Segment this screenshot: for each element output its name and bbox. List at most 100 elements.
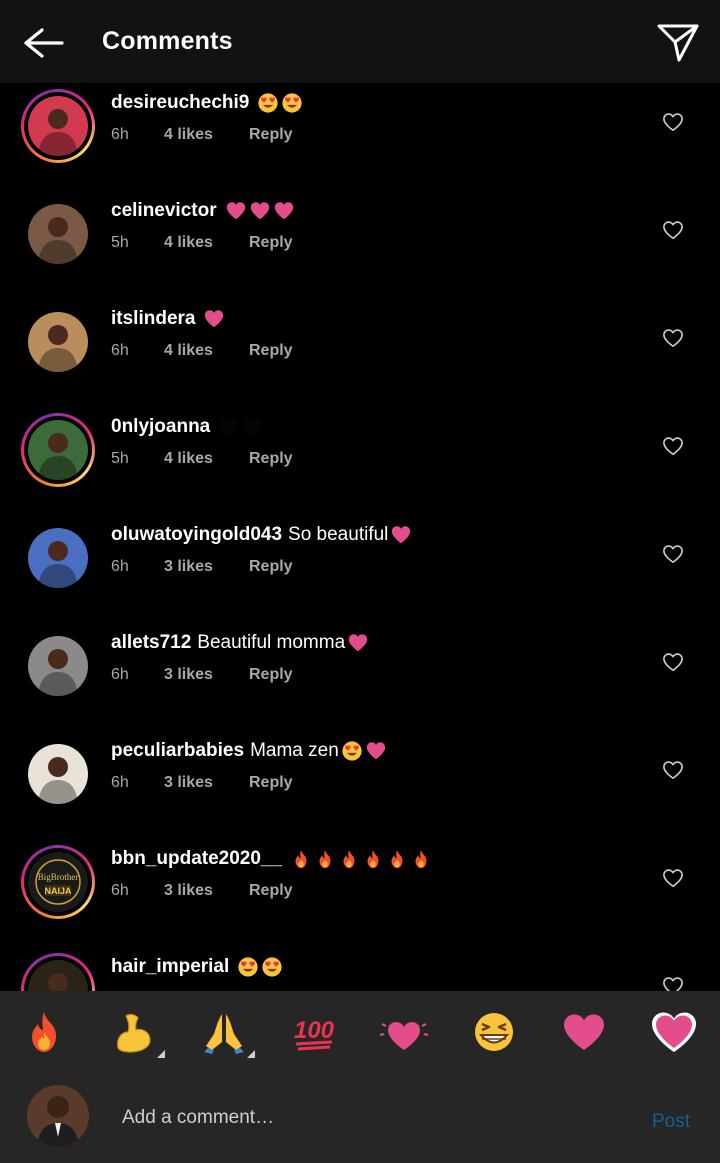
comment-row: 0nlyjoanna 5h 4 likes Reply <box>0 410 720 518</box>
comment-likes[interactable]: 4 likes <box>164 450 249 468</box>
like-heart-icon[interactable] <box>662 544 684 564</box>
flexed-biceps-emoji-icon[interactable] <box>109 1008 165 1058</box>
pink-heart-icon <box>392 526 411 544</box>
commenter-avatar[interactable] <box>21 521 95 595</box>
comment-body: allets712 Beautiful momma <box>111 632 369 654</box>
comment-row: allets712 Beautiful momma 6h 3 likes Reply <box>0 626 720 734</box>
like-heart-icon[interactable] <box>662 652 684 672</box>
comment-row: itslindera 6h 4 likes Reply <box>0 302 720 410</box>
like-heart-icon[interactable] <box>662 328 684 348</box>
post-button[interactable]: Post <box>652 1111 690 1133</box>
fire-emoji-icon[interactable] <box>19 1008 69 1056</box>
comment-time: 5h <box>111 234 129 251</box>
comment-meta: 6h 3 likes Reply <box>111 558 293 576</box>
comment-time: 6h <box>111 558 129 575</box>
fire-icon <box>343 849 355 869</box>
like-heart-icon[interactable] <box>662 436 684 456</box>
reply-button[interactable]: Reply <box>249 126 293 144</box>
fire-icon <box>367 849 379 869</box>
growing-heart-emoji-icon[interactable] <box>649 1008 699 1056</box>
comment-input[interactable] <box>122 1107 602 1129</box>
top-bar: Comments <box>0 0 720 83</box>
comment-likes[interactable]: 3 likes <box>164 666 249 684</box>
comment-likes[interactable]: 3 likes <box>164 774 249 792</box>
comment-username[interactable]: peculiarbabies <box>111 740 244 762</box>
comment-body: 0nlyjoanna <box>111 416 264 438</box>
fire-icon <box>295 849 307 869</box>
reply-button[interactable]: Reply <box>249 450 293 468</box>
reply-button[interactable]: Reply <box>249 882 293 900</box>
reply-button[interactable]: Reply <box>249 558 293 576</box>
hundred-points-emoji-icon[interactable]: 100 <box>289 1008 339 1056</box>
folded-hands-emoji-icon[interactable] <box>199 1008 255 1058</box>
pink-heart-icon <box>274 202 293 220</box>
reply-button[interactable]: Reply <box>249 234 293 252</box>
paper-plane-icon[interactable] <box>656 22 700 62</box>
comment-username[interactable]: hair_imperial <box>111 956 229 978</box>
comment-likes[interactable]: 3 likes <box>164 882 249 900</box>
comment-time: 6h <box>111 342 129 359</box>
comment-username[interactable]: allets712 <box>111 632 191 654</box>
commenter-avatar[interactable] <box>21 629 95 703</box>
comment-username[interactable]: celinevictor <box>111 200 217 222</box>
comment-username[interactable]: desireuchechi9 <box>111 92 249 114</box>
pink-heart-icon <box>205 310 224 328</box>
comment-body: peculiarbabies Mama zen <box>111 740 387 762</box>
arrow-left-icon[interactable] <box>20 26 64 60</box>
comment-likes[interactable]: 4 likes <box>164 342 249 360</box>
comment-meta: 6h 4 likes Reply <box>111 126 293 144</box>
commenter-avatar[interactable] <box>21 305 95 379</box>
comment-list[interactable]: desireuchechi9 6h 4 likes Reply celinevictor… <box>0 83 720 991</box>
commenter-avatar[interactable] <box>21 953 95 991</box>
two-hearts-emoji-icon[interactable] <box>379 1008 429 1056</box>
comment-body: oluwatoyingold043 So beautiful <box>111 524 412 546</box>
reply-button[interactable]: Reply <box>249 774 293 792</box>
comment-body: desireuchechi9 <box>111 92 303 114</box>
comment-likes[interactable]: 3 likes <box>164 558 249 576</box>
avatar-label-1: BigBrother <box>38 872 79 882</box>
like-heart-icon[interactable] <box>662 112 684 132</box>
comment-username[interactable]: oluwatoyingold043 <box>111 524 282 546</box>
pink-heart-icon <box>348 634 368 652</box>
comment-row: peculiarbabies Mama zen 6h 3 likes Reply <box>0 734 720 842</box>
grinning-squinting-emoji-icon[interactable] <box>469 1008 519 1056</box>
comment-body: hair_imperial <box>111 956 283 978</box>
comment-time: 6h <box>111 126 129 143</box>
heart-eyes-icon <box>238 957 258 977</box>
comment-username[interactable]: bbn_update2020__ <box>111 848 282 870</box>
commenter-avatar[interactable] <box>21 89 95 163</box>
comment-likes[interactable]: 4 likes <box>164 234 249 252</box>
page-title: Comments <box>102 27 233 55</box>
commenter-avatar[interactable] <box>21 737 95 811</box>
black-heart-icon <box>244 418 263 436</box>
comment-body: celinevictor <box>111 200 295 222</box>
black-heart-icon <box>220 418 239 436</box>
comment-row: celinevictor 5h 4 likes Reply <box>0 194 720 302</box>
reply-button[interactable]: Reply <box>249 666 293 684</box>
emoji-quick-bar: 100 <box>0 991 720 1073</box>
pink-heart-emoji-icon[interactable] <box>559 1008 609 1056</box>
avatar-label-2: NAIJA <box>44 886 72 896</box>
skin-tone-indicator-icon <box>157 1050 165 1058</box>
comment-likes[interactable]: 4 likes <box>164 126 249 144</box>
comment-time: 6h <box>111 666 129 683</box>
commenter-avatar[interactable] <box>21 197 95 271</box>
like-heart-icon[interactable] <box>662 976 684 991</box>
like-heart-icon[interactable] <box>662 220 684 240</box>
commenter-avatar[interactable] <box>21 413 95 487</box>
pink-heart-icon <box>366 742 385 760</box>
comment-row: oluwatoyingold043 So beautiful 6h 3 likes Re… <box>0 518 720 626</box>
comment-username[interactable]: itslindera <box>111 308 195 330</box>
like-heart-icon[interactable] <box>662 760 684 780</box>
pink-heart-icon <box>250 202 269 220</box>
comment-meta: 6h 3 likes Reply <box>111 774 293 792</box>
reply-button[interactable]: Reply <box>249 342 293 360</box>
comment-composer: Post <box>0 1073 720 1163</box>
comment-username[interactable]: 0nlyjoanna <box>111 416 210 438</box>
commenter-avatar[interactable]: BigBrother NAIJA <box>21 845 95 919</box>
comment-time: 6h <box>111 774 129 791</box>
comment-row: desireuchechi9 6h 4 likes Reply <box>0 86 720 194</box>
comment-meta: 5h 4 likes Reply <box>111 234 293 252</box>
fire-icon <box>415 849 427 869</box>
like-heart-icon[interactable] <box>662 868 684 888</box>
